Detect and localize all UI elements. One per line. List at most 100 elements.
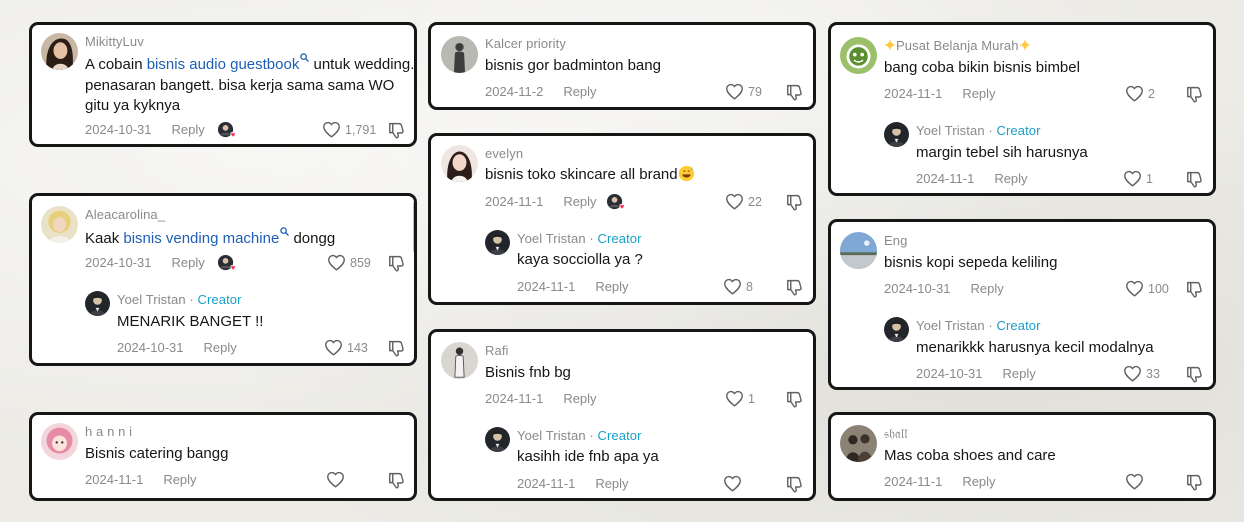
heart-outline-icon [723, 475, 742, 492]
creator-avatar[interactable] [884, 317, 909, 342]
like-button[interactable] [1125, 473, 1148, 490]
reply-button[interactable]: Reply [994, 171, 1027, 186]
comment-date: 2024-11-1 [485, 194, 544, 209]
creator-avatar[interactable] [85, 291, 110, 316]
creator-badge: Creator [597, 428, 642, 443]
like-button[interactable] [723, 475, 746, 492]
comment-username[interactable]: evelyn [485, 146, 523, 161]
creator-avatar[interactable] [884, 122, 909, 147]
dislike-button[interactable] [785, 390, 804, 408]
like-button[interactable] [326, 471, 349, 488]
reply-username[interactable]: Yoel Tristan · Creator [916, 318, 1041, 333]
like-button[interactable]: 22 [725, 193, 762, 210]
comment-meta: 2024-11-2 Reply [485, 84, 617, 99]
comment-username[interactable]: Pusat Belanja Murah [884, 38, 1031, 53]
reply-button[interactable]: Reply [563, 391, 596, 406]
reply-button[interactable]: Reply [595, 476, 628, 491]
comment-date: 2024-10-31 [85, 122, 152, 137]
comment-card-mikittyluv: MikittyLuv A cobain bisnis audio guestbo… [29, 22, 417, 147]
reply-username[interactable]: Yoel Tristan · Creator [517, 231, 642, 246]
dislike-button[interactable] [387, 471, 406, 489]
comment-card-pusat-belanja-murah: Pusat Belanja Murah bang coba bikin bisn… [828, 22, 1216, 196]
reply-text: MENARIK BANGET !! [117, 313, 264, 330]
heart-outline-icon [327, 254, 346, 271]
reply-button[interactable]: Reply [204, 340, 237, 355]
like-button[interactable]: 859 [327, 254, 371, 271]
dislike-button[interactable] [1185, 365, 1204, 383]
user-avatar[interactable] [840, 425, 877, 462]
user-avatar[interactable] [441, 36, 478, 73]
comment-username[interactable]: Kalcer priority [485, 36, 566, 51]
comment-card-hanni: h a n n i Bisnis catering bangg 2024-11-… [29, 412, 417, 501]
comment-username[interactable]: Eng [884, 233, 907, 248]
reply-username[interactable]: Yoel Tristan · Creator [517, 428, 642, 443]
like-count: 22 [748, 194, 762, 209]
reply-button[interactable]: Reply [971, 281, 1004, 296]
heart-outline-icon [725, 193, 744, 210]
user-avatar[interactable] [441, 145, 478, 182]
reply-text: margin tebel sih harusnya [916, 144, 1088, 161]
dislike-button[interactable] [785, 278, 804, 296]
reply-username[interactable]: Yoel Tristan · Creator [916, 123, 1041, 138]
creator-avatar[interactable] [485, 427, 510, 452]
like-button[interactable]: 1,791 [322, 121, 376, 138]
comment-username[interactable]: Aleacarolina_ [85, 207, 165, 222]
dislike-button[interactable] [387, 121, 406, 139]
reply-button[interactable]: Reply [962, 86, 995, 101]
user-avatar[interactable] [840, 232, 877, 269]
like-button[interactable]: 143 [324, 339, 368, 356]
user-avatar[interactable] [41, 423, 78, 460]
dislike-button[interactable] [785, 475, 804, 493]
reply-button[interactable]: Reply [163, 472, 196, 487]
like-button[interactable]: 79 [725, 83, 762, 100]
like-button[interactable]: 1 [1123, 170, 1153, 187]
comment-username[interactable]: h a n n i [85, 424, 132, 439]
creator-avatar[interactable] [485, 230, 510, 255]
reply-meta: 2024-11-1 Reply [517, 476, 649, 491]
comment-card-shall: 𝔰𝔥𝔞𝔩𝔩 Mas coba shoes and care 2024-11-1 R… [828, 412, 1216, 501]
reply-button[interactable]: Reply [563, 194, 596, 209]
reply-meta: 2024-10-31 Reply [117, 340, 257, 355]
reply-button[interactable]: Reply [1003, 366, 1036, 381]
user-avatar[interactable] [441, 342, 478, 379]
dislike-icon [1185, 85, 1204, 103]
search-link[interactable]: bisnis audio guestbook [147, 56, 310, 73]
like-button[interactable]: 2 [1125, 85, 1155, 102]
reply-button[interactable]: Reply [172, 255, 205, 270]
dislike-button[interactable] [387, 254, 406, 272]
like-count: 143 [347, 340, 368, 355]
user-avatar[interactable] [41, 206, 78, 243]
search-link[interactable]: bisnis vending machine [123, 230, 289, 247]
user-avatar[interactable] [41, 33, 78, 70]
comment-username[interactable]: MikittyLuv [85, 34, 144, 49]
comment-username[interactable]: Rafi [485, 343, 509, 358]
comment-date: 2024-11-1 [85, 472, 144, 487]
heart-outline-icon [326, 471, 345, 488]
reply-button[interactable]: Reply [962, 474, 995, 489]
reply-date: 2024-10-31 [916, 366, 983, 381]
dislike-icon [785, 278, 804, 296]
like-button[interactable]: 33 [1123, 365, 1160, 382]
creator-badge: Creator [996, 123, 1041, 138]
reply-username[interactable]: Yoel Tristan · Creator [117, 292, 242, 307]
comment-text: A cobain bisnis audio guestbook untuk we… [85, 53, 414, 117]
dislike-button[interactable] [1185, 280, 1204, 298]
dislike-button[interactable] [387, 339, 406, 357]
dislike-button[interactable] [785, 193, 804, 211]
like-button[interactable]: 100 [1125, 280, 1169, 297]
like-button[interactable]: 1 [725, 390, 755, 407]
reply-button[interactable]: Reply [563, 84, 596, 99]
heart-outline-icon [1123, 365, 1142, 382]
user-avatar[interactable] [840, 37, 877, 74]
dislike-button[interactable] [1185, 85, 1204, 103]
comment-username[interactable]: 𝔰𝔥𝔞𝔩𝔩 [884, 426, 908, 442]
reply-button[interactable]: Reply [595, 279, 628, 294]
dislike-button[interactable] [785, 83, 804, 101]
reply-text: kasihh ide fnb apa ya [517, 448, 659, 465]
like-button[interactable]: 8 [723, 278, 753, 295]
dislike-button[interactable] [1185, 473, 1204, 491]
search-icon [280, 227, 289, 236]
reply-button[interactable]: Reply [172, 122, 205, 137]
comment-card-kalcer-priority: Kalcer priority bisnis gor badminton ban… [428, 22, 816, 110]
dislike-button[interactable] [1185, 170, 1204, 188]
